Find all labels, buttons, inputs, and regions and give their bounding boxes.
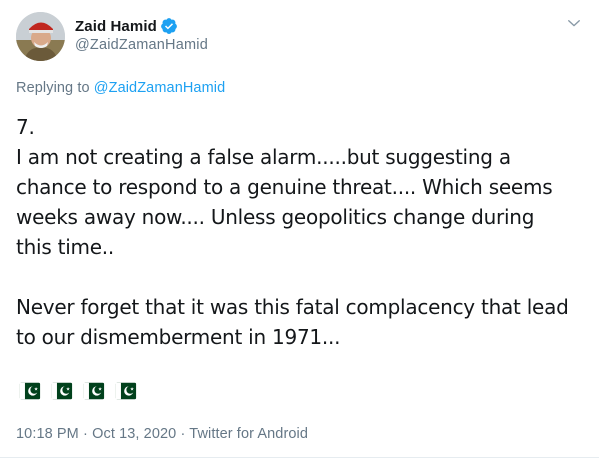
- tweet-text-line: weeks away now.... Unless geopolitics ch…: [16, 205, 535, 229]
- display-name[interactable]: Zaid Hamid: [75, 18, 157, 35]
- tweet-text-line: Never forget that it was this fatal comp…: [16, 295, 569, 319]
- avatar[interactable]: [16, 12, 65, 61]
- tweet: Zaid Hamid @ZaidZamanHamid Replying to @…: [0, 0, 599, 458]
- tweet-text-line: I am not creating a false alarm.....but …: [16, 145, 511, 169]
- author-block[interactable]: Zaid Hamid @ZaidZamanHamid: [75, 16, 208, 54]
- author-handle[interactable]: @ZaidZamanHamid: [75, 37, 208, 53]
- reply-context: Replying to @ZaidZamanHamid: [16, 80, 225, 96]
- tweet-text: 7. I am not creating a false alarm.....b…: [16, 112, 586, 352]
- tweet-source-link[interactable]: Twitter for Android: [189, 426, 308, 442]
- verified-badge-icon: [160, 18, 177, 34]
- tweet-date-link[interactable]: Oct 13, 2020: [92, 426, 176, 442]
- meta-separator: ·: [83, 426, 88, 442]
- avatar-image: [16, 12, 65, 61]
- reply-handle-link[interactable]: @ZaidZamanHamid: [94, 80, 225, 96]
- tweet-text-line: chance to respond to a genuine threat...…: [16, 175, 553, 199]
- reply-prefix: Replying to: [16, 80, 90, 96]
- tweet-text-line: to our dismemberment in 1971...: [16, 325, 341, 349]
- tweet-time-link[interactable]: 10:18 PM: [16, 426, 79, 442]
- meta-separator: ·: [180, 426, 186, 442]
- pakistan-flag-icon: [19, 382, 41, 400]
- pakistan-flag-icon: [51, 382, 73, 400]
- emoji-flags: [19, 380, 137, 402]
- pakistan-flag-icon: [83, 382, 105, 400]
- tweet-text-line: this time..: [16, 235, 115, 259]
- chevron-down-icon[interactable]: [565, 14, 583, 32]
- display-name-row: Zaid Hamid: [75, 16, 208, 36]
- tweet-meta: 10:18 PM · Oct 13, 2020 · Twitter for An…: [16, 426, 308, 442]
- pakistan-flag-icon: [115, 382, 137, 400]
- tweet-text-line: 7.: [16, 115, 35, 139]
